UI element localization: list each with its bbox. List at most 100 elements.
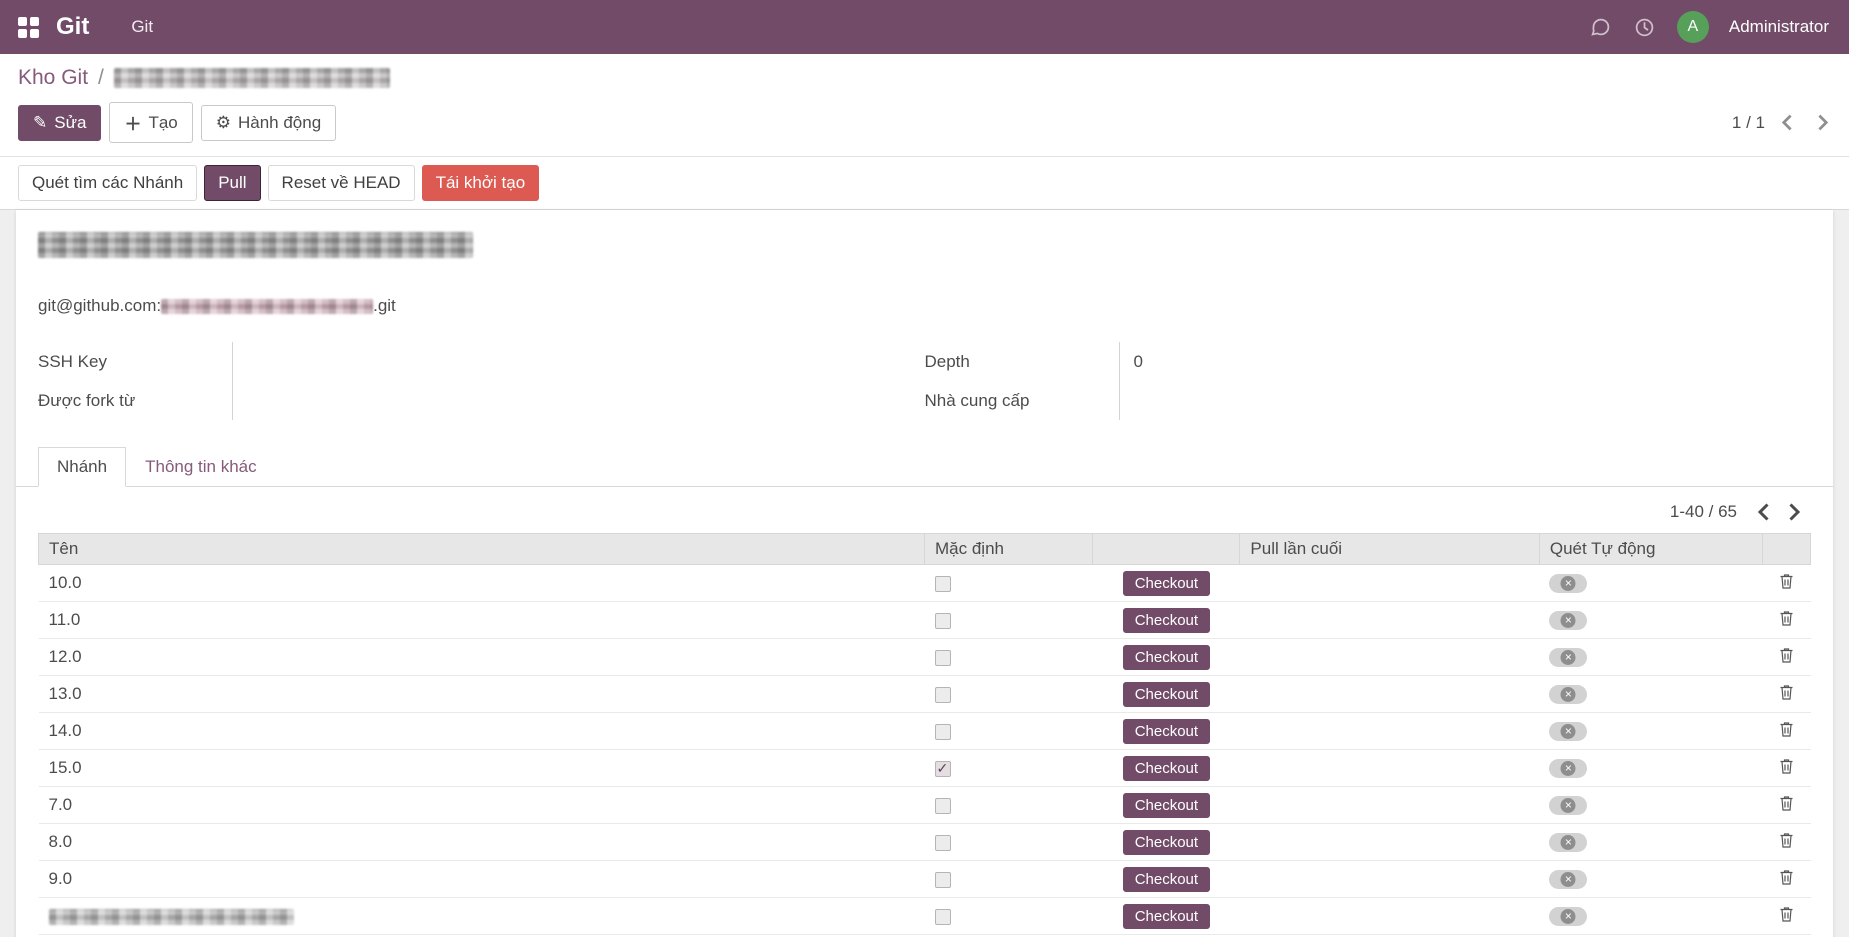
column-checkout [1093, 534, 1240, 565]
checkout-button[interactable]: Checkout [1123, 645, 1210, 670]
form-sheet: git@github.com: .git SSH Key Được fork t… [16, 210, 1833, 937]
branch-pager-previous-icon[interactable] [1755, 501, 1771, 523]
pager-next-icon[interactable] [1816, 112, 1831, 133]
default-checkbox[interactable] [935, 576, 951, 592]
scan-branches-button[interactable]: Quét tìm các Nhánh [18, 165, 197, 201]
checkout-button[interactable]: Checkout [1123, 904, 1210, 929]
pull-button[interactable]: Pull [204, 165, 260, 201]
value-depth[interactable]: 0 [1120, 352, 1143, 372]
branch-name [39, 898, 925, 935]
branch-name: 8.0 [39, 824, 925, 861]
default-checkbox[interactable] [935, 724, 951, 740]
branch-row: 13.0 Checkout × [39, 676, 1811, 713]
branch-row: 7.0 Checkout × [39, 787, 1811, 824]
branch-name: 7.0 [39, 787, 925, 824]
edit-button[interactable]: ✎ Sửa [18, 105, 101, 141]
delete-icon[interactable] [1779, 610, 1794, 631]
default-checkbox[interactable] [935, 761, 951, 777]
auto-scan-toggle[interactable]: × [1549, 685, 1587, 704]
apps-menu-icon[interactable] [0, 0, 56, 54]
delete-icon[interactable] [1779, 721, 1794, 742]
auto-scan-toggle[interactable]: × [1549, 759, 1587, 778]
branch-pager-next-icon[interactable] [1787, 501, 1803, 523]
default-checkbox[interactable] [935, 798, 951, 814]
branch-row: 11.0Checkout× [39, 602, 1811, 639]
auto-scan-toggle[interactable]: × [1549, 907, 1587, 926]
branch-table-header: Tên Mặc định Pull lần cuối Quét Tự động [39, 534, 1811, 565]
default-checkbox[interactable] [935, 613, 951, 629]
user-avatar[interactable]: A [1677, 11, 1709, 43]
value-forked-from[interactable] [233, 392, 247, 409]
tab-other-info[interactable]: Thông tin khác [126, 447, 276, 487]
delete-icon[interactable] [1779, 573, 1794, 594]
column-last-pull[interactable]: Pull lần cuối [1240, 534, 1539, 565]
branch-row: 14.0 Checkout × [39, 713, 1811, 750]
label-forked-from: Được fork từ [38, 381, 233, 420]
default-checkbox[interactable] [935, 909, 951, 925]
redacted-repo-title [38, 232, 473, 258]
checkout-button[interactable]: Checkout [1123, 793, 1210, 818]
auto-scan-toggle[interactable]: × [1549, 648, 1587, 667]
default-checkbox[interactable] [935, 835, 951, 851]
menu-item-git[interactable]: Git [131, 17, 153, 37]
column-default[interactable]: Mặc định [925, 534, 1093, 565]
checkout-button[interactable]: Checkout [1123, 867, 1210, 892]
user-menu[interactable]: Administrator [1729, 17, 1829, 37]
default-checkbox[interactable] [935, 872, 951, 888]
value-ssh-key[interactable] [233, 353, 247, 370]
app-title[interactable]: Git [56, 13, 89, 41]
breadcrumb-root-link[interactable]: Kho Git [18, 66, 88, 90]
checkout-button[interactable]: Checkout [1123, 571, 1210, 596]
branch-name: 10.0 [39, 565, 925, 602]
checkout-button[interactable]: Checkout [1123, 682, 1210, 707]
default-checkbox[interactable] [935, 650, 951, 666]
checkout-button[interactable]: Checkout [1123, 608, 1210, 633]
action-button[interactable]: ⚙ Hành động [201, 105, 336, 141]
repo-url-suffix: .git [373, 296, 396, 316]
top-navbar: Git Git A Administrator [0, 0, 1849, 54]
auto-scan-toggle[interactable]: × [1549, 574, 1587, 593]
auto-scan-toggle[interactable]: × [1549, 722, 1587, 741]
statusbar: Quét tìm các Nhánh Pull Reset về HEAD Tá… [0, 157, 1849, 210]
value-provider[interactable] [1120, 392, 1134, 409]
auto-scan-toggle[interactable]: × [1549, 796, 1587, 815]
delete-icon[interactable] [1779, 647, 1794, 668]
activities-clock-icon[interactable] [1633, 15, 1657, 39]
record-pager-value: 1 / 1 [1732, 113, 1765, 133]
branch-name: 13.0 [39, 676, 925, 713]
messages-icon[interactable] [1589, 15, 1613, 39]
delete-icon[interactable] [1779, 758, 1794, 779]
tab-branches[interactable]: Nhánh [38, 447, 126, 487]
delete-icon[interactable] [1779, 869, 1794, 890]
default-checkbox[interactable] [935, 687, 951, 703]
create-button[interactable]: ＋ Tạo [109, 102, 192, 143]
delete-icon[interactable] [1779, 832, 1794, 853]
delete-icon[interactable] [1779, 906, 1794, 927]
auto-scan-toggle[interactable]: × [1549, 870, 1587, 889]
last-pull-value [1240, 565, 1539, 602]
checkout-button[interactable]: Checkout [1123, 719, 1210, 744]
checkout-button[interactable]: Checkout [1123, 830, 1210, 855]
last-pull-value [1240, 861, 1539, 898]
auto-scan-toggle[interactable]: × [1549, 611, 1587, 630]
column-auto-scan[interactable]: Quét Tự động [1539, 534, 1762, 565]
pager-previous-icon[interactable] [1779, 112, 1794, 133]
label-provider: Nhà cung cấp [925, 381, 1120, 420]
last-pull-value [1240, 602, 1539, 639]
branch-table-body: 10.0Checkout×11.0Checkout×12.0Checkout×1… [39, 565, 1811, 935]
branch-name: 14.0 [39, 713, 925, 750]
column-name[interactable]: Tên [39, 534, 925, 565]
branch-row: 12.0Checkout× [39, 639, 1811, 676]
reset-head-button[interactable]: Reset về HEAD [268, 165, 415, 201]
redacted-repo-path [161, 299, 373, 314]
last-pull-value [1240, 898, 1539, 935]
plus-icon: ＋ [124, 110, 141, 135]
delete-icon[interactable] [1779, 795, 1794, 816]
delete-icon[interactable] [1779, 684, 1794, 705]
label-ssh-key: SSH Key [38, 342, 233, 381]
control-panel: Kho Git / ✎ Sửa ＋ Tạo ⚙ Hành động 1 / 1 [0, 54, 1849, 157]
reinitialize-button[interactable]: Tái khởi tạo [422, 165, 540, 201]
last-pull-value [1240, 750, 1539, 787]
auto-scan-toggle[interactable]: × [1549, 833, 1587, 852]
checkout-button[interactable]: Checkout [1123, 756, 1210, 781]
